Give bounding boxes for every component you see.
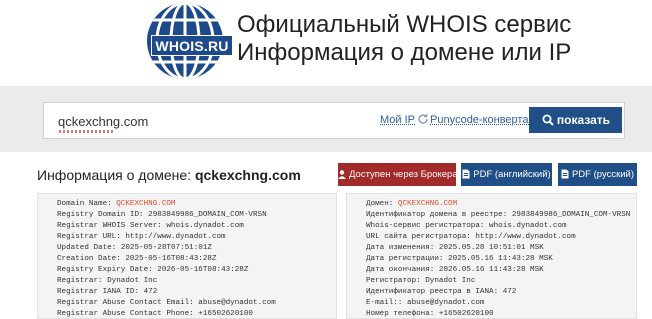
search-form: Мой IP Punycode-конвертация показать: [43, 102, 625, 139]
record-line: Domain Name: QCKEXCHNG.COM: [57, 200, 176, 208]
record-line: Whois-сервис регистратора: whois.dynadot…: [366, 222, 567, 230]
spellcheck-underline: [59, 130, 113, 133]
record-line: Registry Expiry Date: 2026-05-16T08:43:2…: [57, 266, 249, 274]
record-line: Registrar IANA ID: 472: [57, 288, 158, 296]
search-submit-button[interactable]: показать: [529, 107, 622, 133]
pdf-russian-label: PDF (русский): [571, 169, 635, 180]
domain-info-prefix: Информация о домене:: [37, 167, 192, 183]
record-line: Идентификатор домена в реестре: 29838499…: [366, 211, 631, 219]
my-ip-link[interactable]: Мой IP: [380, 114, 415, 126]
record-line: Registrar Abuse Contact Email: abuse@dyn…: [57, 299, 276, 307]
search-icon: [542, 114, 554, 126]
user-icon: [338, 170, 346, 179]
record-line: Registry Domain ID: 2983849986_DOMAIN_CO…: [57, 211, 267, 219]
record-list: Домен: QCKEXCHNG.COM Идентификатор домен…: [347, 194, 636, 318]
page-title-line2: Информация о домене или IP: [237, 39, 572, 66]
broker-button[interactable]: Доступен через Брокера: [338, 163, 458, 186]
whois-record-russian: Домен: QCKEXCHNG.COM Идентификатор домен…: [346, 193, 637, 319]
pdf-icon: [561, 169, 569, 179]
broker-button-label: Доступен через Брокера: [349, 169, 458, 180]
domain-info-name: qckexchng.com: [194, 167, 301, 183]
record-line: Creation Date: 2025-05-16T08:43:28Z: [57, 255, 217, 263]
pdf-icon: [462, 169, 470, 179]
record-line: Registrar: Dynadot Inc: [57, 277, 158, 285]
domain-name-value: QCKEXCHNG.COM: [116, 200, 176, 208]
record-line: Дата окончания: 2026.05.16 11:43:28 MSK: [366, 266, 544, 274]
record-line: Updated Date: 2025-05-28T07:51:01Z: [57, 244, 212, 252]
record-line: URL сайта регистратора: http://www.dynad…: [366, 233, 576, 241]
record-list: Domain Name: QCKEXCHNG.COM Registry Doma…: [38, 194, 336, 318]
pdf-english-label: PDF (английский): [473, 169, 551, 180]
domain-name-value: QCKEXCHNG.COM: [397, 200, 458, 208]
record-line: Дата изменения: 2025.05.28 10:51:01 MSK: [366, 244, 544, 252]
record-line: Регистратор: Dynadot Inc: [366, 277, 476, 285]
page-title-line1: Официальный WHOIS сервис: [237, 11, 572, 38]
record-line: Registrar Abuse Contact Phone: +16502620…: [57, 310, 253, 318]
record-line: Registrar WHOIS Server: whois.dynadot.co…: [57, 222, 244, 230]
logo-wordmark[interactable]: WHOIS.RU: [151, 35, 233, 56]
record-line: Дата регистрации: 2025.05.16 11:43:28 MS…: [366, 255, 553, 263]
record-line: Домен: QCKEXCHNG.COM: [366, 200, 458, 208]
refresh-icon: [418, 114, 428, 124]
search-band: Мой IP Punycode-конвертация показать: [0, 86, 652, 152]
record-line: Номер телефона: +16502620100: [366, 310, 494, 318]
domain-info-heading: Информация о домене: qckexchng.com: [37, 167, 301, 183]
search-submit-label: показать: [556, 113, 611, 127]
record-line: E-mail:: abuse@dynadot.com: [366, 299, 485, 307]
domain-search-input[interactable]: [58, 112, 358, 130]
record-line: Registrar URL: http://www.dynadot.com: [57, 233, 226, 241]
pdf-english-button[interactable]: PDF (английский): [461, 163, 552, 186]
site-header: WHOIS.RU Официальный WHOIS сервис Информ…: [0, 0, 652, 86]
pdf-russian-button[interactable]: PDF (русский): [558, 163, 637, 186]
record-line: Идентификатор реестра в IANA: 472: [366, 288, 517, 296]
whois-record-english: Domain Name: QCKEXCHNG.COM Registry Doma…: [37, 193, 337, 319]
